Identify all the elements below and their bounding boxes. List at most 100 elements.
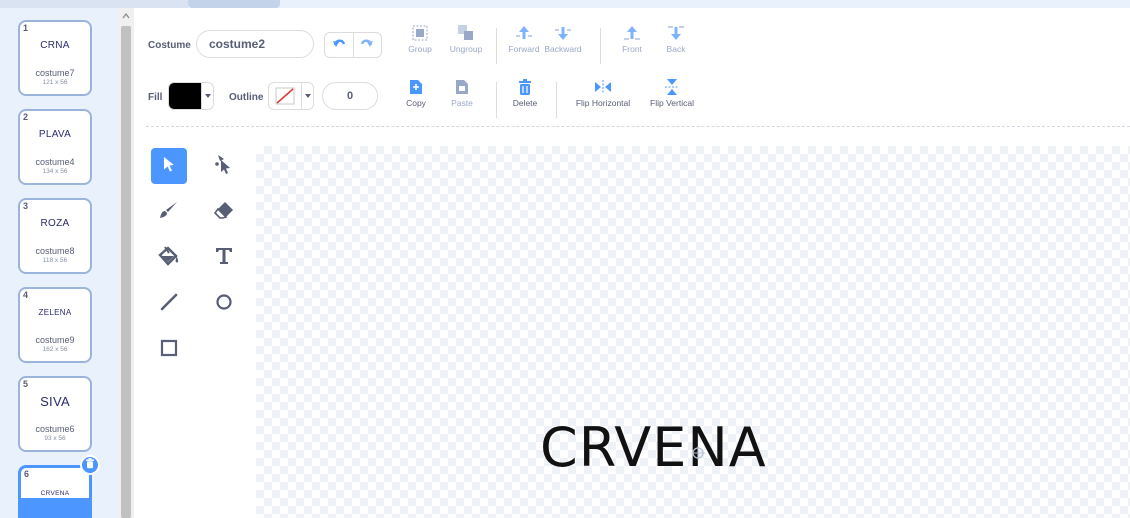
paint-editor-app: 1 CRNA costume7 121 x 56 2 PLAVA costume… [0, 0, 1130, 518]
paste-label: Paste [451, 98, 473, 108]
copy-button[interactable]: Copy [404, 78, 428, 108]
costume-list: 1 CRNA costume7 121 x 56 2 PLAVA costume… [0, 8, 118, 518]
flip-horizontal-label: Flip Horizontal [575, 98, 631, 108]
brush-icon [159, 200, 179, 225]
rectangle-icon [160, 339, 178, 362]
costume-label: Costume [148, 40, 191, 51]
forward-button[interactable]: Forward [508, 24, 540, 54]
canvas-text-object[interactable]: CRVENA [540, 416, 767, 479]
backward-label: Backward [544, 44, 582, 54]
flip-vertical-icon [662, 78, 682, 96]
costume-tile-5[interactable]: 5 SIVA costume6 93 x 56 [18, 376, 92, 452]
tab-costumes[interactable] [188, 0, 280, 8]
delete-label: Delete [512, 98, 538, 108]
scrollbar-thumb[interactable] [121, 26, 131, 518]
costume-name: costume6 [35, 424, 75, 434]
trash-icon [515, 78, 535, 96]
paste-button[interactable]: Paste [448, 78, 476, 108]
fill-swatch [169, 83, 201, 109]
outline-label: Outline [229, 92, 264, 103]
brush-tool[interactable] [151, 194, 187, 230]
undo-button[interactable] [325, 33, 353, 57]
dropdown-arrow-icon [201, 83, 213, 109]
front-button[interactable]: Front [620, 24, 644, 54]
text-tool[interactable] [206, 240, 242, 276]
dropdown-arrow-icon [301, 83, 313, 109]
costume-thumbnail: ROZA [40, 217, 70, 229]
forward-label: Forward [508, 44, 540, 54]
backward-icon [553, 24, 573, 42]
separator [556, 82, 557, 118]
line-icon [160, 293, 178, 316]
trash-icon [85, 456, 95, 474]
group-label: Group [408, 44, 432, 54]
costume-size: 162 x 56 [42, 346, 68, 353]
copy-icon [406, 78, 426, 96]
flip-horizontal-icon [593, 78, 613, 96]
backward-button[interactable]: Backward [540, 24, 586, 54]
costume-tile-1[interactable]: 1 CRNA costume7 121 x 56 [18, 20, 92, 96]
text-icon [215, 247, 233, 270]
fill-tool[interactable] [151, 240, 187, 276]
costume-thumbnail: SIVA [40, 393, 70, 409]
rectangle-tool[interactable] [151, 332, 187, 368]
outline-color-picker[interactable] [268, 82, 314, 110]
costume-thumbnail: PLAVA [38, 128, 72, 140]
flip-vertical-button[interactable]: Flip Vertical [642, 78, 702, 108]
eraser-tool[interactable] [206, 194, 242, 230]
costume-size: 121 x 56 [42, 79, 68, 86]
costume-thumbnail: CRNA [40, 39, 70, 51]
fill-label: Fill [148, 92, 163, 103]
delete-costume-button[interactable] [80, 455, 100, 475]
circle-icon [215, 293, 233, 316]
costume-size: 134 x 56 [42, 168, 68, 175]
costume-tile-3[interactable]: 3 ROZA costume8 118 x 56 [18, 198, 92, 274]
forward-icon [514, 24, 534, 42]
costume-tile-6-selected[interactable]: 6 CRVENA [18, 465, 92, 518]
separator [496, 82, 497, 118]
costume-tile-4[interactable]: 4 ZELENA costume9 162 x 56 [18, 287, 92, 363]
costume-thumbnail: ZELENA [38, 307, 72, 317]
separator [600, 28, 601, 64]
scroll-up-arrow[interactable] [118, 9, 134, 23]
ungroup-icon [456, 24, 476, 42]
ungroup-button[interactable]: Ungroup [446, 24, 486, 54]
costume-number: 6 [24, 469, 30, 479]
copy-label: Copy [406, 98, 426, 108]
back-label: Back [666, 44, 686, 54]
undo-icon [332, 36, 346, 54]
flip-horizontal-button[interactable]: Flip Horizontal [568, 78, 638, 108]
select-tool[interactable] [151, 148, 187, 184]
back-icon [666, 24, 686, 42]
rotation-center-icon [691, 446, 705, 460]
circle-tool[interactable] [206, 286, 242, 322]
tab-code[interactable] [0, 0, 188, 8]
arrow-cursor-icon [162, 156, 176, 177]
redo-button[interactable] [352, 33, 382, 57]
selected-costume-band [21, 498, 89, 518]
costume-name: costume7 [35, 68, 75, 78]
costume-size: 93 x 56 [44, 435, 66, 442]
outline-width-input[interactable] [322, 82, 378, 110]
paste-icon [452, 78, 472, 96]
redo-icon [360, 36, 374, 54]
line-tool[interactable] [151, 286, 187, 322]
costume-name-input[interactable] [196, 30, 314, 58]
paint-editor: Costume Group Ungroup [134, 8, 1130, 518]
paint-bucket-icon [158, 245, 180, 271]
back-button[interactable]: Back [664, 24, 688, 54]
delete-button[interactable]: Delete [510, 78, 540, 108]
costume-name: costume8 [35, 246, 75, 256]
costume-tile-2[interactable]: 2 PLAVA costume4 134 x 56 [18, 109, 92, 185]
group-button[interactable]: Group [406, 24, 434, 54]
reshape-tool[interactable] [206, 148, 242, 184]
reshape-icon [214, 153, 234, 180]
costume-size: 118 x 56 [42, 257, 68, 264]
tab-strip [0, 0, 1130, 8]
undo-redo-group [324, 32, 382, 58]
toolbar-divider [146, 126, 1130, 127]
costume-name: costume9 [35, 335, 75, 345]
costume-name: costume4 [35, 157, 75, 167]
drawing-canvas[interactable]: CRVENA [256, 146, 1130, 518]
fill-color-picker[interactable] [168, 82, 214, 110]
